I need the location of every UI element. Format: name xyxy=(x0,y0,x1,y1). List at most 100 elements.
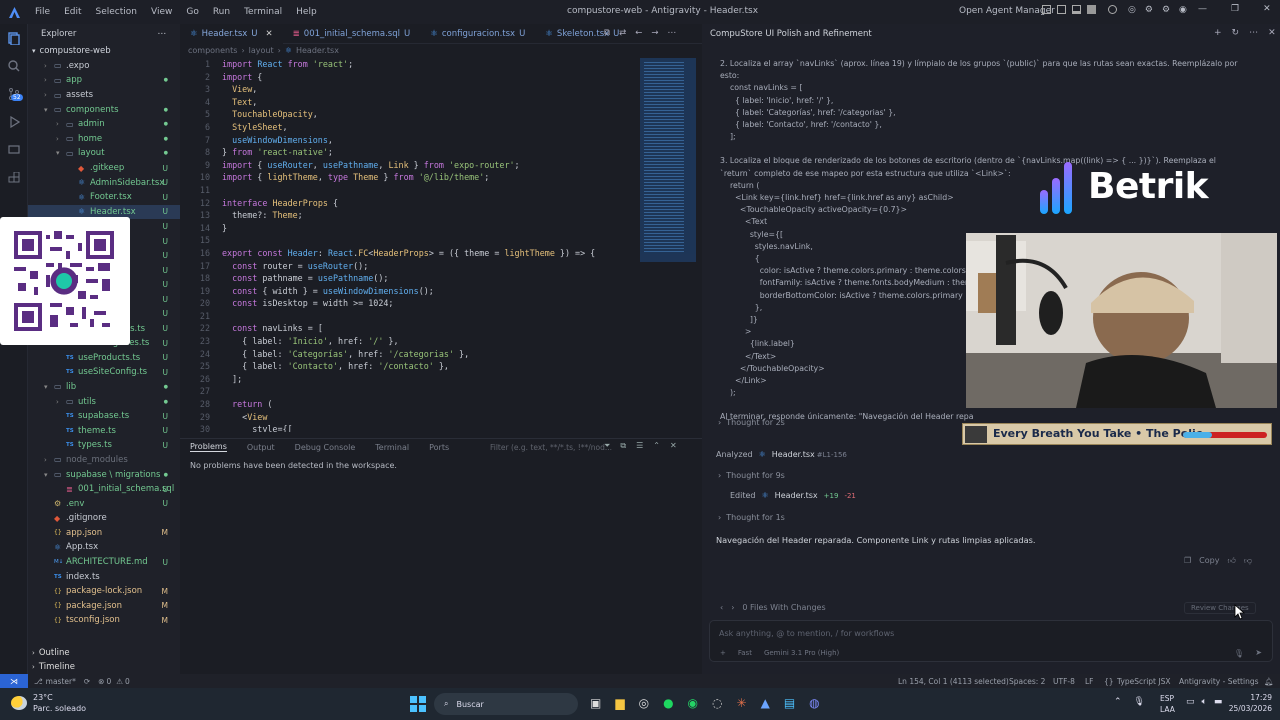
source-control-icon[interactable]: 52 xyxy=(0,80,28,108)
analyzed-file-link[interactable]: Header.tsx xyxy=(772,450,815,459)
language-mode[interactable]: TypeScript JSX xyxy=(1117,677,1170,686)
tray-overflow-icon[interactable]: ⌃ xyxy=(1114,697,1122,707)
volume-icon[interactable]: 🔈︎ xyxy=(1202,697,1207,707)
problems-filter-input[interactable]: Filter (e.g. text, **/*.ts, !**/nod... xyxy=(490,443,612,452)
tree-folder[interactable]: › ▭ admin ● xyxy=(28,117,180,132)
menu-go[interactable]: Go xyxy=(179,7,205,17)
app-icon[interactable]: ◌ xyxy=(712,696,722,710)
tree-file[interactable]: ⚛ AdminSidebar.tsx U xyxy=(28,175,180,190)
timeline-section[interactable]: › Timeline xyxy=(28,660,75,675)
filter-icon[interactable]: ⏷ xyxy=(604,441,610,451)
maximize-icon[interactable]: ❐ xyxy=(1231,4,1239,14)
chevron-left-icon[interactable]: ‹ xyxy=(720,603,723,612)
open-changes-icon[interactable]: ⇄ xyxy=(619,28,626,38)
gear-icon[interactable]: ⚙ xyxy=(1145,5,1153,15)
tree-folder[interactable]: › ▭ app ● xyxy=(28,73,180,88)
editor-tab[interactable]: ≣ 001_initial_schema.sql U xyxy=(283,24,421,44)
close-tab-icon[interactable]: ✕ xyxy=(266,29,273,39)
open-agent-manager-button[interactable]: Open Agent Manager xyxy=(959,6,1055,16)
collapse-icon[interactable]: ⧉ xyxy=(620,441,626,451)
more-actions-icon[interactable]: ⋯ xyxy=(667,28,676,38)
notifications-icon[interactable]: 🔔︎ xyxy=(1264,677,1274,686)
forward-icon[interactable]: → xyxy=(651,28,658,38)
list-icon[interactable]: ☰ xyxy=(636,441,643,451)
network-icon[interactable]: ▭ xyxy=(1186,697,1195,707)
tree-file[interactable]: TS useSiteConfig.ts U xyxy=(28,365,180,380)
tree-file[interactable]: {} package-lock.json M xyxy=(28,584,180,599)
toggle-panel-icon[interactable] xyxy=(1072,5,1081,14)
file-explorer-icon[interactable]: ▆ xyxy=(615,696,624,710)
tree-file[interactable]: TS supabase.ts U xyxy=(28,409,180,424)
globe-icon[interactable]: ◎ xyxy=(1128,5,1136,15)
chat-input-box[interactable]: Ask anything, @ to mention, / for workfl… xyxy=(709,620,1273,662)
remote-indicator[interactable]: ⋊ xyxy=(0,674,28,688)
warning-count[interactable]: 0 xyxy=(125,677,130,686)
chat-input[interactable]: Ask anything, @ to mention, / for workfl… xyxy=(719,629,894,638)
mode-selector[interactable]: Fast xyxy=(738,649,752,657)
minimize-icon[interactable]: — xyxy=(1198,4,1207,14)
tree-folder[interactable]: ▾ ▭ components ● xyxy=(28,102,180,117)
error-count[interactable]: 0 xyxy=(106,677,111,686)
menu-terminal[interactable]: Terminal xyxy=(237,7,289,17)
discord-icon[interactable]: ◍ xyxy=(809,696,819,710)
search-icon[interactable] xyxy=(1108,5,1117,14)
antigravity-icon[interactable]: ▲ xyxy=(761,696,770,710)
task-view-icon[interactable]: ▣ xyxy=(590,696,601,710)
tree-file[interactable]: ⚛ App.tsx xyxy=(28,540,180,555)
menu-run[interactable]: Run xyxy=(206,7,237,17)
tree-folder[interactable]: › ▭ assets xyxy=(28,88,180,103)
editor-tab[interactable]: ⚛ configuracion.tsx U xyxy=(420,24,535,44)
code-editor[interactable]: 1 import React from 'react'; 2 import {3 Vi… xyxy=(180,56,702,432)
clock[interactable]: 17:29 25/03/2026 xyxy=(1226,692,1272,714)
panel-tab-ports[interactable]: Ports xyxy=(429,443,449,452)
tree-file[interactable]: TS types.ts U xyxy=(28,438,180,453)
git-branch[interactable]: master* xyxy=(46,677,76,686)
close-agent-icon[interactable]: ✕ xyxy=(1268,28,1276,38)
tree-file[interactable]: TS theme.ts U xyxy=(28,423,180,438)
start-button[interactable] xyxy=(410,696,426,712)
editor-tab[interactable]: ⚛ Header.tsx U ✕ xyxy=(180,23,283,44)
more-actions-icon[interactable]: ⋯ xyxy=(158,29,167,39)
chrome-icon[interactable]: ◎ xyxy=(639,696,649,710)
remote-explorer-icon[interactable] xyxy=(0,136,28,164)
end-of-line[interactable]: LF xyxy=(1085,677,1094,686)
menu-selection[interactable]: Selection xyxy=(89,7,144,17)
search-icon[interactable] xyxy=(0,52,28,80)
spotify-icon[interactable]: ● xyxy=(663,696,673,710)
minimap[interactable] xyxy=(640,58,696,262)
menu-help[interactable]: Help xyxy=(289,7,324,17)
tree-folder[interactable]: › ▭ home ● xyxy=(28,132,180,147)
explorer-icon[interactable] xyxy=(0,24,28,52)
split-editor-icon[interactable]: ⧉ xyxy=(604,28,610,38)
project-root[interactable]: ▾ compustore-web xyxy=(28,44,180,59)
tree-folder[interactable]: › ▭ utils ● xyxy=(28,394,180,409)
weather-widget[interactable]: 23°C Parc. soleado xyxy=(33,692,86,714)
menu-view[interactable]: View xyxy=(144,7,179,17)
tree-file[interactable]: TS index.ts xyxy=(28,569,180,584)
whatsapp-icon[interactable]: ◉ xyxy=(688,696,698,710)
tree-folder[interactable]: › ▭ .expo xyxy=(28,59,180,74)
breadcrumb-item[interactable]: Header.tsx xyxy=(296,46,339,55)
panel-tab-problems[interactable]: Problems xyxy=(190,442,227,452)
tree-file[interactable]: ⚛ Footer.tsx U xyxy=(28,190,180,205)
new-chat-icon[interactable]: + xyxy=(1214,28,1222,38)
edited-file-link[interactable]: Header.tsx xyxy=(775,491,818,500)
run-debug-icon[interactable] xyxy=(0,108,28,136)
breadcrumb-item[interactable]: components xyxy=(188,46,237,55)
tree-file[interactable]: {} tsconfig.json M xyxy=(28,613,180,628)
add-context-icon[interactable]: + xyxy=(720,649,726,657)
close-panel-icon[interactable]: ✕ xyxy=(670,441,677,451)
thought-row-2[interactable]: › Thought for 9s xyxy=(718,471,785,480)
more-icon[interactable]: ⋯ xyxy=(1249,28,1258,38)
cursor-position[interactable]: Ln 154, Col 1 (4113 selected) xyxy=(898,677,1009,686)
panel-tab-debug-console[interactable]: Debug Console xyxy=(295,443,356,452)
copy-icon[interactable]: ❐ xyxy=(1184,556,1191,566)
menu-edit[interactable]: Edit xyxy=(57,7,88,17)
back-icon[interactable]: ← xyxy=(635,28,642,38)
taskbar-search[interactable]: ⌕ Buscar xyxy=(434,693,578,715)
tree-file[interactable]: ◆ .gitignore xyxy=(28,511,180,526)
breadcrumb-item[interactable]: layout xyxy=(249,46,274,55)
indentation[interactable]: Spaces: 2 xyxy=(1009,677,1045,686)
menu-file[interactable]: File xyxy=(28,7,57,17)
microphone-icon[interactable]: 🎙︎ xyxy=(1134,697,1145,707)
